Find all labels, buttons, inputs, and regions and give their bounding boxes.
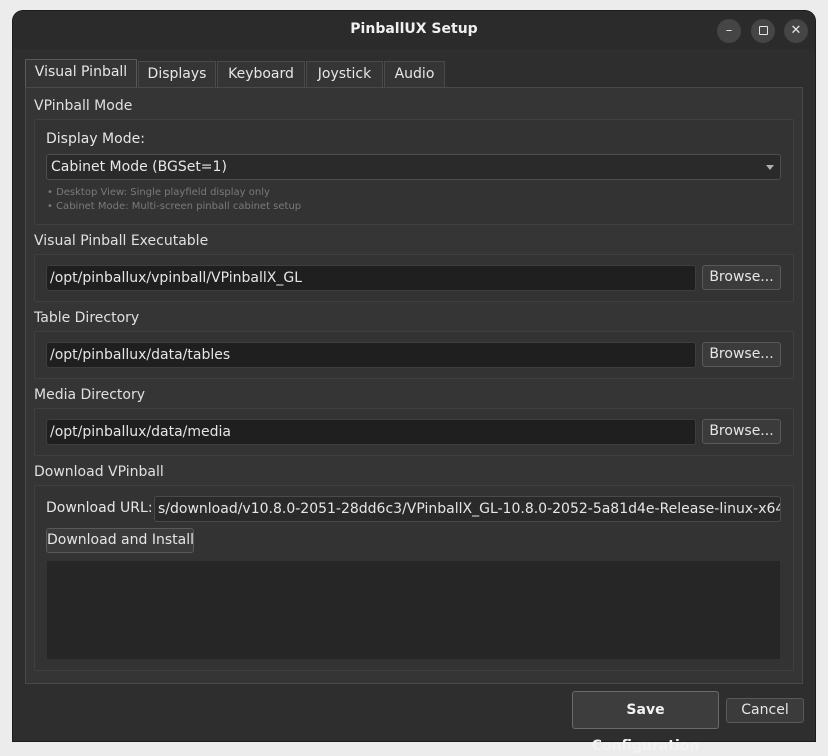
window-content: Visual Pinball Displays Keyboard Joystic… [13,11,815,754]
save-configuration-button[interactable]: Save Configuration [572,691,719,754]
tab-joystick[interactable]: Joystick [306,61,383,87]
tab-audio[interactable]: Audio [384,61,445,87]
media-directory-browse-button[interactable]: Browse... [702,419,781,444]
table-directory-title: Table Directory [34,310,140,326]
media-directory-input[interactable]: /opt/pinballux/data/media [46,419,696,445]
cancel-button[interactable]: Cancel [726,698,804,723]
display-mode-select[interactable]: Cabinet Mode (BGSet=1) [46,154,781,180]
table-directory-browse-button[interactable]: Browse... [702,342,781,367]
hint-cabinet-mode: • Cabinet Mode: Multi-screen pinball cab… [47,201,302,212]
dropdown-arrow-icon [766,165,774,170]
table-directory-input[interactable]: /opt/pinballux/data/tables [46,342,696,368]
hint-desktop-view: • Desktop View: Single playfield display… [47,187,270,198]
download-log-output[interactable] [46,560,781,660]
display-mode-label: Display Mode: [46,131,145,147]
download-url-label: Download URL: [46,500,153,516]
tab-keyboard[interactable]: Keyboard [217,61,305,87]
tab-displays[interactable]: Displays [138,61,216,87]
display-mode-value: Cabinet Mode (BGSet=1) [51,159,227,175]
tab-visual-pinball[interactable]: Visual Pinball [25,59,137,88]
download-install-button[interactable]: Download and Install [46,528,194,553]
download-title: Download VPinball [34,464,164,480]
executable-title: Visual Pinball Executable [34,233,209,249]
vpinball-mode-title: VPinball Mode [34,98,133,114]
download-url-input[interactable]: s/download/v10.8.0-2051-28dd6c3/VPinball… [154,496,781,522]
media-directory-title: Media Directory [34,387,146,403]
executable-browse-button[interactable]: Browse... [702,265,781,290]
executable-path-input[interactable]: /opt/pinballux/vpinball/VPinballX_GL [46,265,696,291]
